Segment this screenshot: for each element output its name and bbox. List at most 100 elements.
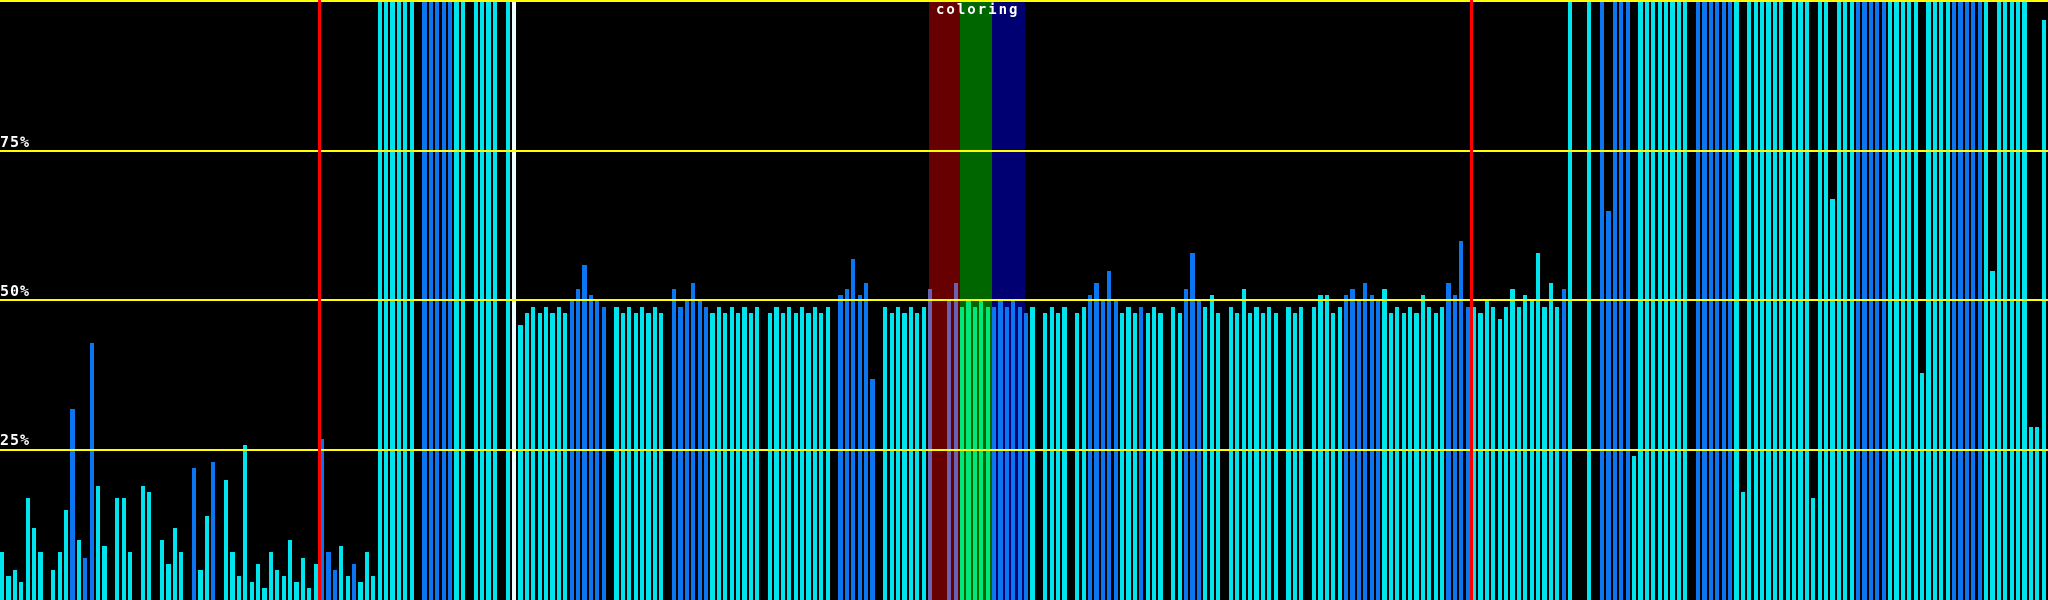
bar [486, 2, 490, 600]
bar [1382, 289, 1386, 600]
bar [493, 2, 497, 600]
bar [1094, 283, 1098, 600]
bar [1805, 2, 1809, 600]
bar [1792, 2, 1796, 600]
profiler-chart: 75% 50% 25% coloring [0, 0, 2048, 600]
bar [102, 546, 106, 600]
bar [1837, 2, 1841, 600]
bar [730, 307, 734, 600]
bar [275, 570, 279, 600]
bar [1440, 307, 1444, 600]
bar [1664, 2, 1668, 600]
bar [1619, 2, 1623, 600]
bar [333, 570, 337, 600]
gridline-50 [0, 299, 2048, 301]
bar [179, 552, 183, 600]
bar [890, 313, 894, 600]
bar [1728, 2, 1732, 600]
bar [1984, 2, 1988, 600]
bar [1267, 307, 1271, 600]
bar [2022, 2, 2026, 600]
bar [1907, 2, 1911, 600]
bar [1818, 2, 1822, 600]
bar [1120, 313, 1124, 600]
bar [1683, 2, 1687, 600]
bar [1357, 301, 1361, 600]
bar [384, 2, 388, 600]
bar [1933, 2, 1937, 600]
bar [1254, 307, 1258, 600]
bar [896, 307, 900, 600]
bar [781, 313, 785, 600]
bar [115, 498, 119, 600]
bar [1274, 313, 1278, 600]
bar [90, 343, 94, 600]
bar [960, 307, 964, 600]
bar [96, 486, 100, 600]
bar [1638, 2, 1642, 600]
y-axis-label-25: 25% [0, 433, 30, 448]
bar [1082, 307, 1086, 600]
bar [2042, 20, 2046, 600]
bar [19, 582, 23, 600]
bar [1139, 307, 1143, 600]
bar [1350, 289, 1354, 600]
bar [2010, 2, 2014, 600]
bar [1459, 241, 1463, 600]
bar [435, 2, 439, 600]
bar [1824, 2, 1828, 600]
bar [294, 582, 298, 600]
bar [1242, 289, 1246, 600]
bar [0, 552, 4, 600]
bar [1517, 307, 1521, 600]
bar [77, 540, 81, 600]
bar [979, 301, 983, 600]
bar [742, 307, 746, 600]
bar [205, 516, 209, 600]
bar [365, 552, 369, 600]
bar [1894, 2, 1898, 600]
bar [346, 576, 350, 600]
bar [621, 313, 625, 600]
bar [1312, 307, 1316, 600]
bar [1600, 2, 1604, 600]
bar [1331, 313, 1335, 600]
bar [38, 552, 42, 600]
bar [1773, 2, 1777, 600]
bar [1747, 2, 1751, 600]
bar [954, 283, 958, 600]
bar [1696, 2, 1700, 600]
bar [1261, 313, 1265, 600]
bar [1798, 2, 1802, 600]
bar [1389, 313, 1393, 600]
bar [640, 307, 644, 600]
bar [262, 588, 266, 600]
bar [1293, 313, 1297, 600]
bar [269, 552, 273, 600]
bar [1914, 2, 1918, 600]
bar [1952, 2, 1956, 600]
bar [678, 307, 682, 600]
bar [845, 289, 849, 600]
bar [1363, 283, 1367, 600]
bar [410, 2, 414, 600]
bar [1024, 313, 1028, 600]
bar [422, 2, 426, 600]
bar [627, 307, 631, 600]
bar [1645, 2, 1649, 600]
bar [358, 582, 362, 600]
bar [1197, 301, 1201, 600]
bar [352, 564, 356, 600]
bar [1888, 2, 1892, 600]
bar [550, 313, 554, 600]
bar [403, 2, 407, 600]
bar [1862, 2, 1866, 600]
red-marker-2 [1470, 0, 1473, 600]
bar [646, 313, 650, 600]
bar [1651, 2, 1655, 600]
bar [1427, 307, 1431, 600]
bar [1715, 2, 1719, 600]
coloring-label: coloring [936, 2, 1019, 18]
bar [454, 2, 458, 600]
bar [211, 462, 215, 600]
